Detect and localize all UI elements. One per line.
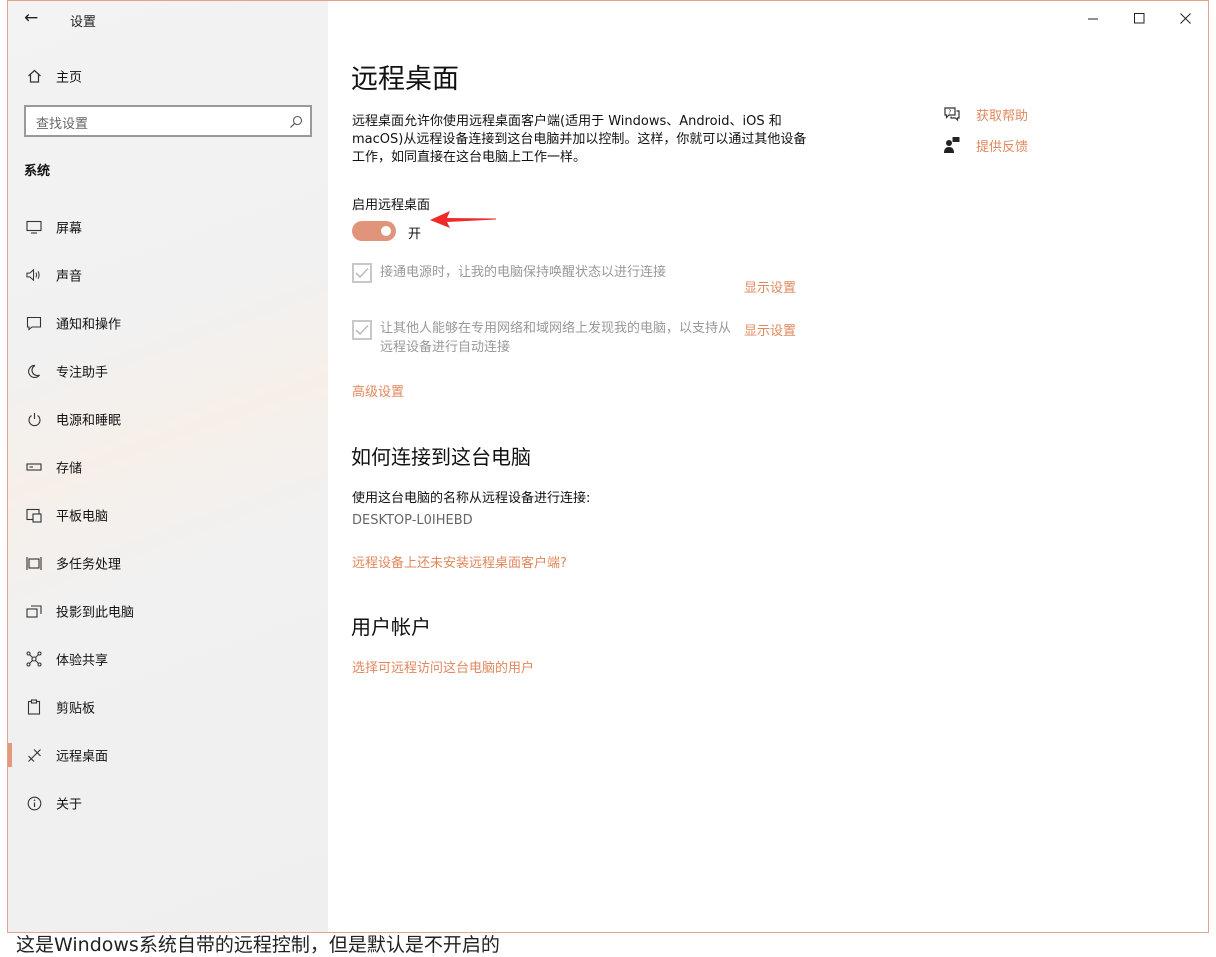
sidebar-item-power-sleep[interactable]: 电源和睡眠 <box>8 395 328 443</box>
search-placeholder: 查找设置 <box>36 117 89 132</box>
sidebar-item-label: 电源和睡眠 <box>56 413 122 429</box>
help-chat-icon: ? <box>942 105 962 123</box>
sidebar-item-project[interactable]: 投影到此电脑 <box>8 587 328 635</box>
multitask-icon <box>26 555 42 571</box>
sidebar-item-label: 屏幕 <box>56 221 83 237</box>
sidebar-item-label: 远程桌面 <box>56 749 109 765</box>
info-icon <box>26 795 42 811</box>
svg-text:?: ? <box>948 109 951 116</box>
sidebar-item-label: 剪贴板 <box>56 701 96 717</box>
get-help-label[interactable]: 获取帮助 <box>976 105 1028 124</box>
select-users-link[interactable]: 选择可远程访问这台电脑的用户 <box>352 657 534 676</box>
monitor-icon <box>26 219 42 235</box>
clipboard-icon <box>26 699 42 715</box>
feedback-person-icon <box>942 136 962 154</box>
storage-icon <box>26 459 42 475</box>
message-icon <box>26 315 42 331</box>
keep-awake-text: 接通电源时，让我的电脑保持唤醒状态以进行连接 <box>380 265 667 280</box>
advanced-settings-link[interactable]: 高级设置 <box>352 381 404 400</box>
sidebar-item-label: 声音 <box>56 269 83 285</box>
minimize-icon[interactable] <box>1070 1 1116 35</box>
show-settings-link-1[interactable]: 显示设置 <box>744 277 796 296</box>
settings-window: ← 设置 主页 查找设置 系统 屏幕 声音 通知和操作 专注助手 电源和睡眠 存… <box>7 0 1209 933</box>
search-input[interactable]: 查找设置 <box>24 105 312 137</box>
checkmark-icon <box>355 264 369 283</box>
project-icon <box>26 603 42 619</box>
maximize-icon[interactable] <box>1116 1 1162 35</box>
sidebar-item-clipboard[interactable]: 剪贴板 <box>8 683 328 731</box>
main-content: 远程桌面 远程桌面允许你使用远程桌面客户端(适用于 Windows、Androi… <box>328 1 1208 932</box>
sidebar-item-notifications[interactable]: 通知和操作 <box>8 299 328 347</box>
home-icon <box>26 68 42 84</box>
remote-desktop-toggle-label: 启用远程桌面 <box>352 198 431 213</box>
discoverable-checkbox[interactable] <box>352 320 372 340</box>
remote-desktop-toggle[interactable] <box>352 221 396 241</box>
share-icon <box>26 651 42 667</box>
sidebar-item-label: 平板电脑 <box>56 509 109 525</box>
search-icon[interactable] <box>289 114 303 128</box>
remote-desktop-icon <box>26 747 42 763</box>
show-settings-link-2[interactable]: 显示设置 <box>744 320 796 339</box>
keep-awake-checkbox[interactable] <box>352 263 372 283</box>
sidebar-item-about[interactable]: 关于 <box>8 779 328 827</box>
sidebar-item-label: 投影到此电脑 <box>56 605 135 621</box>
sidebar-item-label: 存储 <box>56 461 83 477</box>
power-icon <box>26 411 42 427</box>
page-description: 远程桌面允许你使用远程桌面客户端(适用于 Windows、Android、iOS… <box>352 114 807 165</box>
client-not-installed-link[interactable]: 远程设备上还未安装远程桌面客户端? <box>352 552 567 571</box>
section-label-system: 系统 <box>24 164 51 179</box>
sidebar-item-label: 多任务处理 <box>56 557 122 573</box>
window-controls <box>1070 1 1208 35</box>
toggle-knob <box>381 226 391 236</box>
checkmark-icon <box>355 321 369 340</box>
sidebar-item-sound[interactable]: 声音 <box>8 251 328 299</box>
discoverable-text: 让其他人能够在专用网络和域网络上发现我的电脑，以支持从远程设备进行自动连接 <box>380 321 732 355</box>
sidebar-item-label: 通知和操作 <box>56 317 122 333</box>
tablet-icon <box>26 507 42 523</box>
sidebar-item-home[interactable]: 主页 <box>8 64 328 88</box>
close-icon[interactable] <box>1162 1 1208 35</box>
sidebar-item-label: 体验共享 <box>56 653 109 669</box>
sidebar-item-storage[interactable]: 存储 <box>8 443 328 491</box>
app-title: 设置 <box>70 15 97 30</box>
moon-icon <box>26 363 42 379</box>
connect-instructions: 使用这台电脑的名称从远程设备进行连接: <box>352 491 591 506</box>
sidebar-item-focus-assist[interactable]: 专注助手 <box>8 347 328 395</box>
user-accounts-heading: 用户帐户 <box>351 615 431 639</box>
pc-name: DESKTOP-L0IHEBD <box>352 513 473 528</box>
feedback-link[interactable]: 提供反馈 <box>942 134 1028 156</box>
get-help-link[interactable]: ? 获取帮助 <box>942 103 1028 125</box>
sidebar-item-shared-experience[interactable]: 体验共享 <box>8 635 328 683</box>
page-title: 远程桌面 <box>351 64 459 95</box>
sidebar-item-multitasking[interactable]: 多任务处理 <box>8 539 328 587</box>
sidebar-item-tablet[interactable]: 平板电脑 <box>8 491 328 539</box>
caption-text: 这是Windows系统自带的远程控制，但是默认是不开启的 <box>16 934 500 956</box>
sidebar: ← 设置 主页 查找设置 系统 屏幕 声音 通知和操作 专注助手 电源和睡眠 存… <box>8 1 328 932</box>
sidebar-item-label: 专注助手 <box>56 365 109 381</box>
sidebar-item-label: 主页 <box>56 70 83 86</box>
speaker-icon <box>26 267 42 283</box>
toggle-state-label: 开 <box>408 227 422 242</box>
back-arrow-icon[interactable]: ← <box>24 9 38 27</box>
sidebar-item-display[interactable]: 屏幕 <box>8 203 328 251</box>
connect-heading: 如何连接到这台电脑 <box>351 445 531 469</box>
sidebar-nav: 屏幕 声音 通知和操作 专注助手 电源和睡眠 存储 平板电脑 多任务处理 投影到… <box>8 203 328 827</box>
help-links: ? 获取帮助 提供反馈 <box>942 103 1028 165</box>
red-arrow-annotation <box>430 211 496 228</box>
sidebar-item-remote-desktop[interactable]: 远程桌面 <box>8 731 328 779</box>
feedback-label[interactable]: 提供反馈 <box>976 136 1028 155</box>
sidebar-item-label: 关于 <box>56 797 83 813</box>
